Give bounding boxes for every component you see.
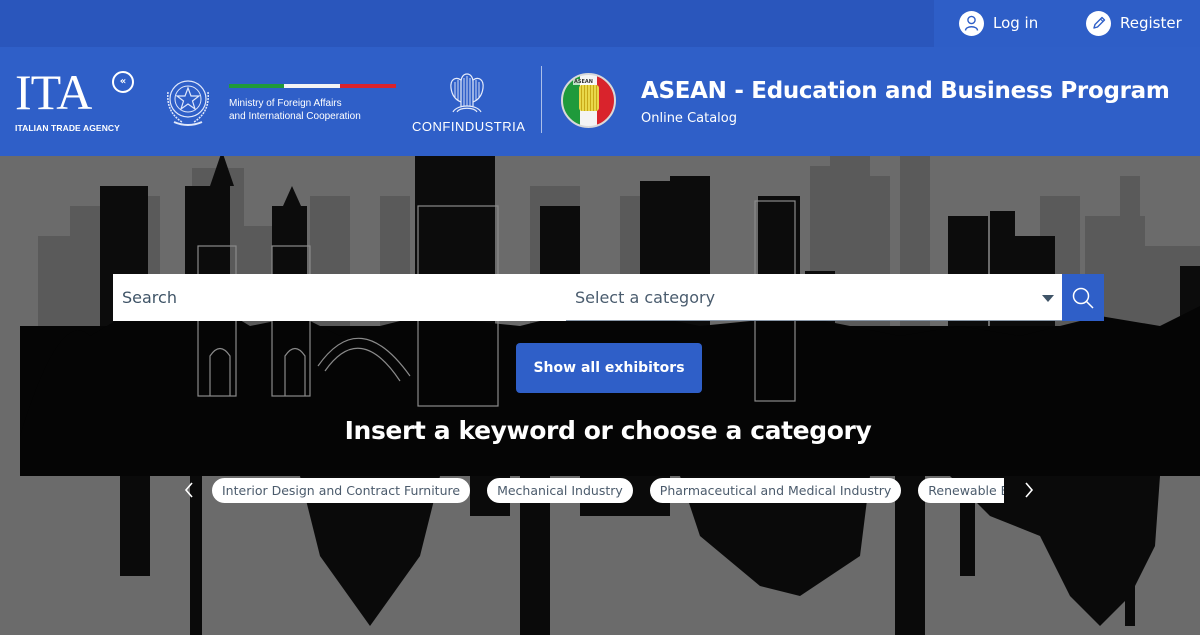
top-bar-left-area [0, 0, 934, 47]
category-chip[interactable]: Interior Design and Contract Furniture [212, 478, 471, 503]
search-button[interactable] [1062, 274, 1104, 321]
ministry-line-2: and International Cooperation [229, 111, 361, 122]
category-chip[interactable]: Pharmaceutical and Medical Industry [649, 478, 902, 503]
confindustria-eagle-icon [450, 73, 484, 113]
asean-badge-label: ASEAN [573, 79, 594, 85]
search-input[interactable] [113, 274, 566, 321]
search-icon [1072, 287, 1094, 309]
ministry-logo-text[interactable]: Ministry of Foreign Affairs and Internat… [229, 97, 361, 123]
chevron-left-icon [184, 482, 193, 498]
carousel-next-button[interactable] [1022, 480, 1036, 500]
user-icon [959, 10, 984, 36]
login-label: Log in [993, 14, 1039, 32]
category-chip[interactable]: Renewable Energy [918, 478, 1004, 503]
category-select[interactable]: Select a category [566, 274, 1062, 321]
chevron-right-icon [1025, 482, 1034, 498]
ministry-line-1: Ministry of Foreign Affairs [229, 98, 342, 109]
show-all-exhibitors-button[interactable]: Show all exhibitors [516, 343, 702, 393]
carousel-prev-button[interactable] [182, 480, 196, 500]
hero-section [0, 156, 1200, 635]
italian-flag-line-green [229, 84, 284, 88]
city-skyline-illustration [20, 156, 1200, 635]
confindustria-logo-text[interactable]: CONFINDUSTRIA [412, 119, 525, 134]
asean-program-badge[interactable]: ASEAN [561, 73, 616, 128]
caret-down-icon [1042, 295, 1054, 302]
ita-logo[interactable]: ITA « ITALIAN TRADE AGENCY [15, 67, 140, 137]
italian-flag-line-red [340, 84, 396, 88]
page-title: ASEAN - Education and Business Program [641, 78, 1170, 104]
ita-logo-subtitle: ITALIAN TRADE AGENCY [15, 123, 120, 133]
ita-logo-text: ITA [15, 64, 92, 120]
top-bar: Log in Register [0, 0, 1200, 47]
ita-mark-icon: « [112, 71, 134, 93]
login-link[interactable]: Log in [959, 9, 1038, 37]
category-select-value: Select a category [575, 287, 716, 307]
italian-flag-line-white [284, 84, 340, 88]
pencil-icon [1086, 10, 1111, 36]
hero-heading: Insert a keyword or choose a category [344, 416, 872, 445]
category-carousel: Interior Design and Contract Furniture M… [212, 478, 1004, 504]
search-bar: Select a category [113, 274, 1104, 321]
register-label: Register [1120, 14, 1182, 32]
italian-emblem-icon [167, 80, 209, 126]
header-divider [541, 66, 542, 133]
asean-sheaf-icon [579, 85, 599, 111]
page-subtitle: Online Catalog [641, 111, 737, 126]
register-link[interactable]: Register [1086, 9, 1182, 37]
category-chip[interactable]: Mechanical Industry [487, 478, 633, 503]
